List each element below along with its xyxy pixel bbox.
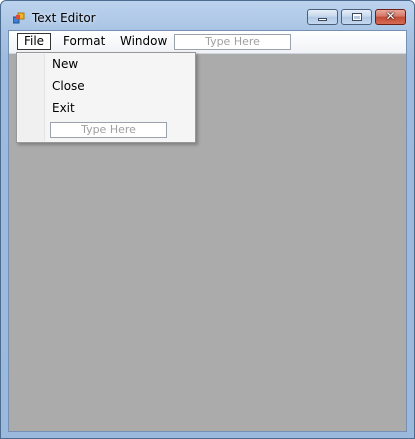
minimize-button[interactable] (307, 9, 338, 25)
file-dropdown-menu: New Close Exit Type Here (16, 52, 196, 143)
close-icon: ✕ (385, 9, 396, 23)
menubar-type-here-input[interactable]: Type Here (174, 34, 291, 50)
dropdown-type-here-input[interactable]: Type Here (50, 122, 167, 138)
minimize-icon (318, 18, 327, 21)
maximize-icon (352, 13, 362, 21)
window-title: Text Editor (32, 11, 96, 25)
app-window: Text Editor ✕ File Format Window Type He… (0, 0, 415, 439)
client-area[interactable]: File Format Window Type Here New Close E… (8, 30, 407, 432)
menu-icon-gutter (18, 54, 45, 141)
app-icon[interactable] (13, 12, 25, 24)
menu-bar: File Format Window Type Here (9, 31, 406, 54)
close-button[interactable]: ✕ (375, 9, 406, 25)
menu-format[interactable]: Format (59, 33, 109, 50)
menu-item-close[interactable]: Close (45, 76, 85, 96)
menu-file[interactable]: File (17, 33, 51, 50)
maximize-button[interactable] (341, 9, 372, 25)
menu-window[interactable]: Window (116, 33, 171, 50)
menu-item-exit[interactable]: Exit (45, 98, 75, 118)
title-bar[interactable]: Text Editor ✕ (1, 1, 414, 29)
menu-item-new[interactable]: New (45, 54, 78, 74)
